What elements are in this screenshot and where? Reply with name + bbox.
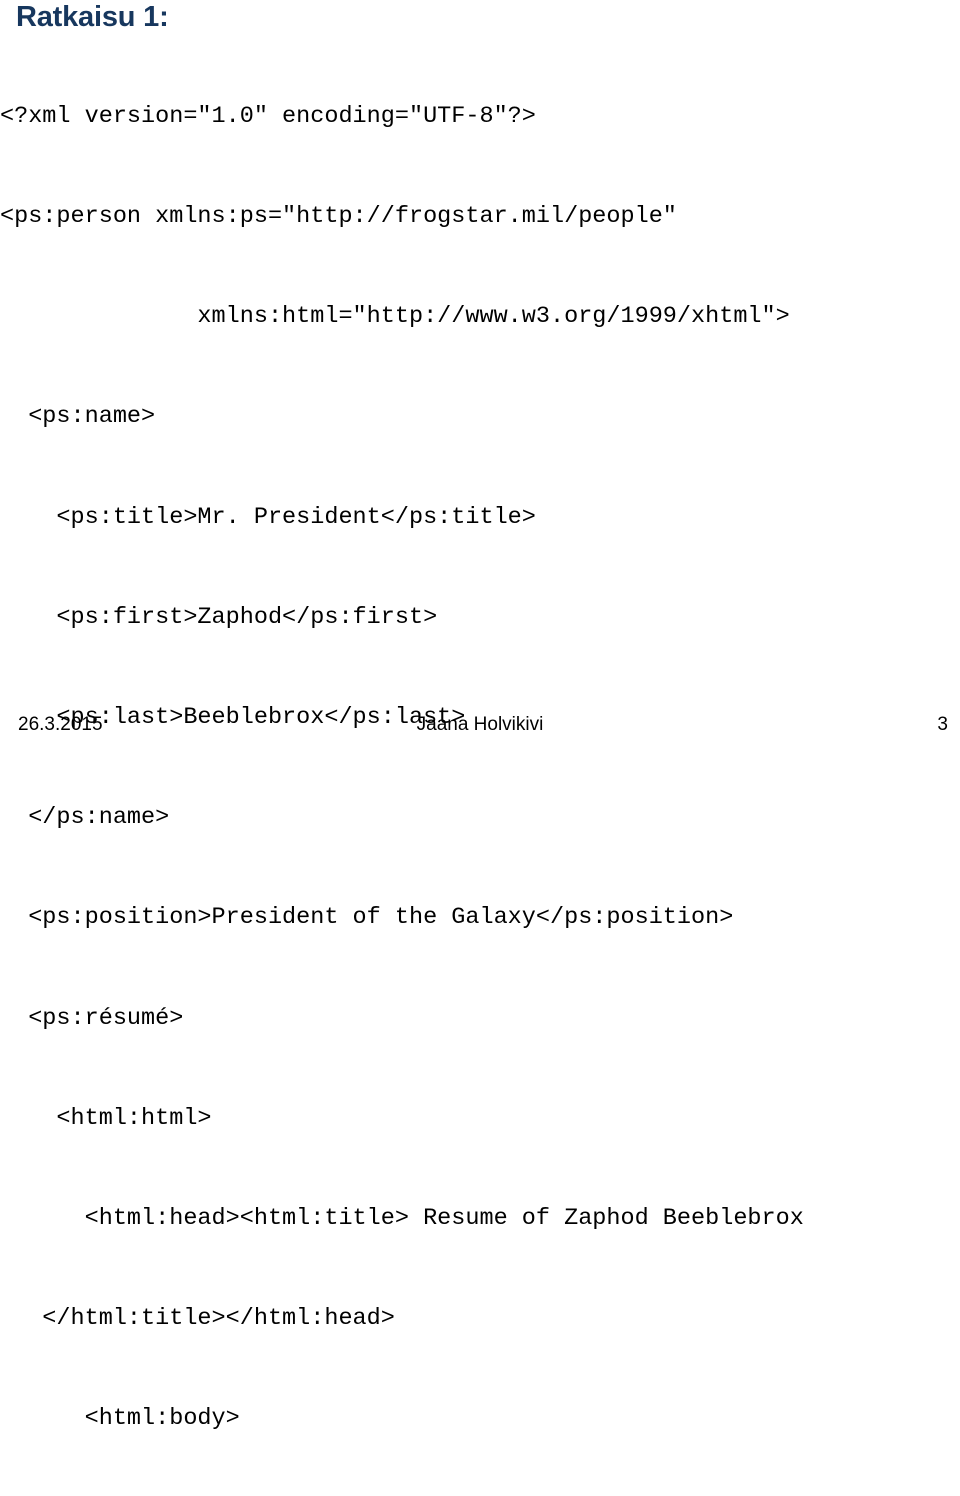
code-line: <ps:first>Zaphod</ps:first> (0, 603, 438, 631)
code-line: <ps:title>Mr. President</ps:title> (0, 503, 536, 531)
footer-author: Jaana Holvikivi (416, 714, 544, 735)
code-line: </html:title></html:head> (0, 1305, 395, 1333)
slide: Ratkaisu 1: <?xml version="1.0" encoding… (0, 0, 960, 1432)
code-line: <?xml version="1.0" encoding="UTF-8"?> (0, 102, 536, 130)
code-line: <html:head><html:title> Resume of Zaphod… (0, 1205, 804, 1233)
code-line: <ps:position>President of the Galaxy</ps… (0, 904, 734, 932)
page-title: Ratkaisu 1: (16, 1, 169, 33)
code-line: </ps:name> (0, 804, 170, 832)
code-line: <ps:person xmlns:ps="http://frogstar.mil… (0, 203, 677, 231)
code-line: <ps:name> (0, 403, 156, 431)
code-line: <ps:résumé> (0, 1004, 184, 1032)
code-line: <html:html> (0, 1104, 212, 1132)
code-line: <html:body> (0, 1405, 240, 1433)
code-line: xmlns:html="http://www.w3.org/1999/xhtml… (0, 303, 790, 331)
slide-footer: 26.3.2015 Jaana Holvikivi 3 (0, 714, 960, 748)
xml-code-block: <?xml version="1.0" encoding="UTF-8"?> <… (0, 33, 960, 1496)
footer-page-number: 3 (937, 714, 948, 735)
